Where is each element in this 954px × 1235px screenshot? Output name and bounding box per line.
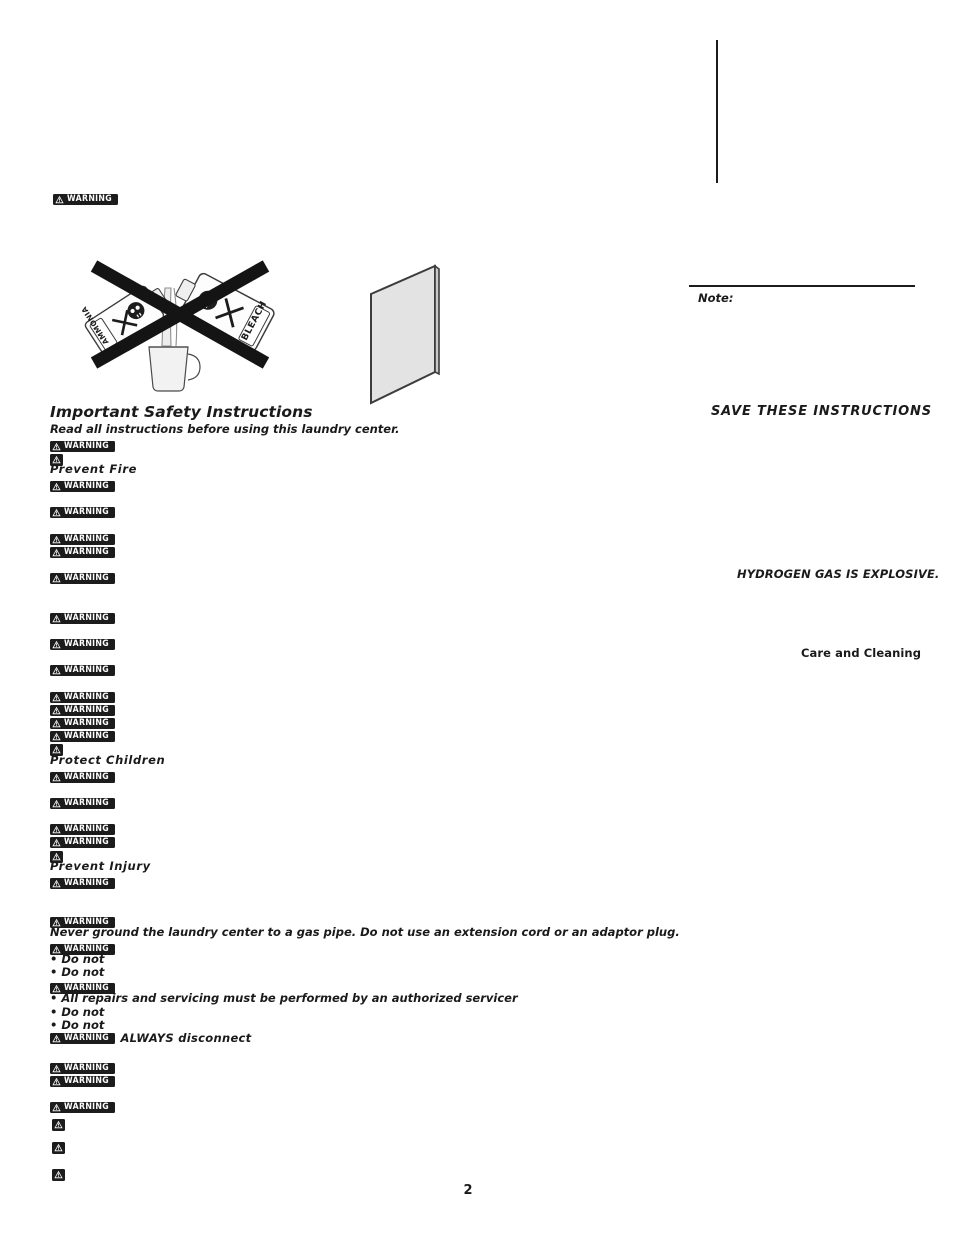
warning-badge-label: WARNING xyxy=(63,639,109,649)
warning-triangle-icon xyxy=(52,666,61,675)
warning-triangle-icon xyxy=(52,508,61,517)
warning-chip xyxy=(52,1168,65,1181)
warning-badge: WARNING xyxy=(50,1076,116,1087)
warning-triangle-icon xyxy=(52,640,61,649)
warning-badge-14: WARNING xyxy=(50,767,116,786)
warning-badge-label: WARNING xyxy=(66,194,112,204)
warning-badge-label: WARNING xyxy=(63,665,109,675)
warning-triangle-icon xyxy=(54,1170,63,1179)
warning-badge-15: WARNING xyxy=(50,793,116,812)
do-not-mix-chemicals-illustration: AMMONIA BLEACH xyxy=(70,258,285,403)
warning-chip-bottom-3 xyxy=(52,1164,65,1183)
warning-triangle-icon xyxy=(52,1103,61,1112)
warning-badge-label: WARNING xyxy=(63,772,109,782)
warning-badge: WARNING xyxy=(50,665,116,676)
warning-badge-label: WARNING xyxy=(63,441,109,451)
warning-badge: WARNING xyxy=(50,481,116,492)
manual-page: WARNING AMMONIA BLEACH Important Safety … xyxy=(0,0,954,1235)
gas-pipe-warning-text: Never ground the laundry center to a gas… xyxy=(50,925,680,939)
warning-badge-label: WARNING xyxy=(63,573,109,583)
warning-badge-8: WARNING xyxy=(50,634,116,653)
warning-badge-label: WARNING xyxy=(63,481,109,491)
warning-badge: WARNING xyxy=(50,772,116,783)
save-these-instructions-heading: SAVE THESE INSTRUCTIONS xyxy=(711,404,932,419)
hydrogen-gas-warning-text: HYDROGEN GAS IS EXPLOSIVE. xyxy=(737,567,940,581)
warning-badge-7: WARNING xyxy=(50,608,116,627)
warning-badge-label: WARNING xyxy=(63,547,109,557)
warning-badge-label: WARNING xyxy=(63,1032,109,1043)
warning-triangle-icon xyxy=(52,574,61,583)
warning-badge-label: WARNING xyxy=(63,1102,109,1112)
warning-triangle-icon xyxy=(54,1143,63,1152)
always-disconnect-text: ALWAYS disconnect xyxy=(120,1031,252,1045)
warning-badge-9: WARNING xyxy=(50,660,116,679)
right-column-vertical-rule xyxy=(716,40,718,183)
warning-badge: WARNING xyxy=(50,573,116,584)
no-mix-svg: AMMONIA BLEACH xyxy=(79,260,275,392)
warning-triangle-icon xyxy=(55,195,64,204)
warning-badge: WARNING xyxy=(50,798,116,809)
warning-badge: WARNING xyxy=(50,878,116,889)
subhead-protect-children: Protect Children xyxy=(50,753,166,767)
warning-triangle-icon xyxy=(52,1077,61,1086)
bullet-do-not-2: • Do not xyxy=(50,965,105,979)
warning-badge: WARNING xyxy=(50,1032,116,1044)
bullet-do-not-4: • Do not xyxy=(50,1018,105,1032)
subhead-prevent-injury: Prevent Injury xyxy=(50,859,151,873)
warning-badge-label: WARNING xyxy=(63,613,109,623)
blank-panel-illustration xyxy=(368,262,448,407)
read-all-instructions-text: Read all instructions before using this … xyxy=(50,422,400,436)
bullet-do-not-3: • Do not xyxy=(50,1005,105,1019)
warning-chip-bottom-2 xyxy=(52,1137,65,1156)
warning-chip xyxy=(52,1118,65,1131)
always-disconnect-row: WARNING ALWAYS disconnect xyxy=(50,1031,251,1045)
warning-triangle-icon xyxy=(52,548,61,557)
bullet-authorized-servicer: • All repairs and servicing must be perf… xyxy=(50,991,518,1005)
measuring-pitcher xyxy=(148,346,201,392)
warning-badge: WARNING xyxy=(50,547,116,558)
warning-badge-6: WARNING xyxy=(50,568,116,587)
warning-badge-label: WARNING xyxy=(63,507,109,517)
warning-badge: WARNING xyxy=(50,1102,116,1113)
note-divider-rule xyxy=(689,285,915,287)
page-number: 2 xyxy=(463,1183,473,1198)
warning-badge-label: WARNING xyxy=(63,878,109,888)
subhead-prevent-fire: Prevent Fire xyxy=(50,462,137,476)
panel-svg xyxy=(370,264,440,405)
top-warning-badge: WARNING xyxy=(53,189,119,208)
warning-badge-label: WARNING xyxy=(63,798,109,808)
warning-triangle-icon xyxy=(52,614,61,623)
warning-badge: WARNING xyxy=(50,507,116,518)
warning-badge: WARNING xyxy=(50,613,116,624)
warning-triangle-icon xyxy=(52,1034,61,1042)
warning-badge-23: WARNING xyxy=(50,1071,116,1090)
warning-chip xyxy=(52,1141,65,1154)
warning-badge-18: WARNING xyxy=(50,873,116,892)
warning-triangle-icon xyxy=(52,773,61,782)
warning-badge-label: WARNING xyxy=(63,731,109,741)
warning-badge-fire-2: WARNING xyxy=(50,476,116,495)
warning-triangle-icon xyxy=(52,799,61,808)
note-label: Note: xyxy=(698,291,734,305)
care-and-cleaning-heading: Care and Cleaning xyxy=(801,646,922,660)
warning-badge-5: WARNING xyxy=(50,542,116,561)
warning-badge-label: WARNING xyxy=(63,1076,109,1086)
warning-triangle-icon xyxy=(52,482,61,491)
warning-badge-3: WARNING xyxy=(50,502,116,521)
warning-badge-label: WARNING xyxy=(63,837,109,847)
warning-badge: WARNING xyxy=(50,639,116,650)
warning-chip-bottom-1 xyxy=(52,1114,65,1133)
warning-triangle-icon xyxy=(54,1120,63,1129)
page-title: Important Safety Instructions xyxy=(50,403,313,421)
warning-badge: WARNING xyxy=(53,194,119,205)
bullet-do-not-1: • Do not xyxy=(50,952,105,966)
warning-triangle-icon xyxy=(52,879,61,888)
